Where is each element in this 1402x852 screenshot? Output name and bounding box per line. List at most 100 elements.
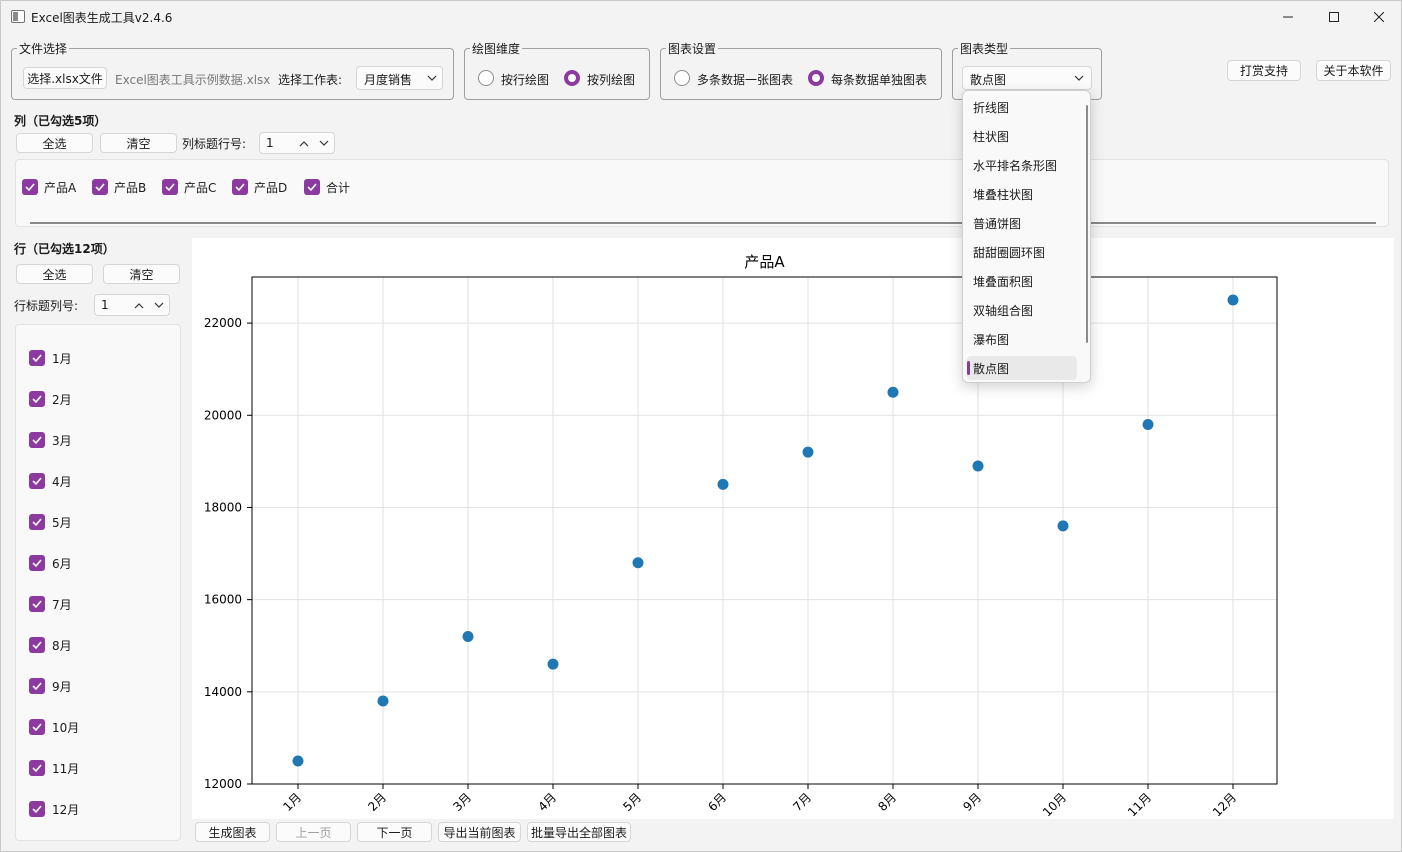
row-checkbox[interactable] xyxy=(29,432,45,448)
row-checkbox[interactable] xyxy=(29,801,45,817)
row-checkbox-item[interactable]: 10月 xyxy=(29,718,79,736)
row-checkbox[interactable] xyxy=(29,514,45,530)
row-checkbox-item[interactable]: 8月 xyxy=(29,636,72,654)
row-checkbox-item[interactable]: 12月 xyxy=(29,800,79,818)
column-checkbox-label: 产品B xyxy=(114,180,147,195)
prev-page-button[interactable]: 上一页 xyxy=(276,822,351,842)
row-checkbox-item[interactable]: 9月 xyxy=(29,677,72,695)
chart-type-option[interactable]: 堆叠面积图 xyxy=(967,269,1077,293)
chart-type-option[interactable]: 水平排名条形图 xyxy=(967,153,1077,177)
about-button[interactable]: 关于本软件 xyxy=(1316,60,1391,81)
column-checkbox-item[interactable]: 产品B xyxy=(92,178,146,196)
chart-type-option[interactable]: 双轴组合图 xyxy=(967,298,1077,322)
column-checkbox-item[interactable]: 产品D xyxy=(232,178,287,196)
row-checkbox[interactable] xyxy=(29,350,45,366)
row-checkbox-label: 10月 xyxy=(52,720,80,735)
row-checkbox-label: 1月 xyxy=(52,351,72,366)
row-checkbox-item[interactable]: 2月 xyxy=(29,390,72,408)
chart-type-option[interactable]: 折线图 xyxy=(967,95,1077,119)
column-checkbox[interactable] xyxy=(304,179,320,195)
x-tick-label: 2月 xyxy=(365,790,389,814)
chevron-down-icon[interactable] xyxy=(154,302,164,309)
check-icon xyxy=(32,600,42,609)
columns-clear-button[interactable]: 清空 xyxy=(100,133,177,153)
chevron-up-icon[interactable] xyxy=(134,302,144,309)
row-checkbox[interactable] xyxy=(29,555,45,571)
column-checkbox[interactable] xyxy=(162,179,178,195)
row-header-col-spinbox[interactable]: 1 xyxy=(94,294,170,316)
rows-title: 行（已勾选12项） xyxy=(14,242,115,256)
multi-chart-radio[interactable] xyxy=(674,70,690,86)
columns-select-all-button[interactable]: 全选 xyxy=(16,133,93,153)
row-checkbox[interactable] xyxy=(29,473,45,489)
export-current-button[interactable]: 导出当前图表 xyxy=(438,822,521,842)
row-checkbox[interactable] xyxy=(29,760,45,776)
chart-type-option[interactable]: 堆叠柱状图 xyxy=(967,182,1077,206)
row-header-col-label: 行标题列号: xyxy=(14,299,79,313)
generate-button[interactable]: 生成图表 xyxy=(195,822,270,842)
column-header-row-spinbox[interactable]: 1 xyxy=(259,132,335,154)
column-checkbox[interactable] xyxy=(22,179,38,195)
check-icon xyxy=(32,477,42,486)
single-chart-radio[interactable] xyxy=(808,70,824,86)
check-icon xyxy=(32,805,42,814)
row-checkbox[interactable] xyxy=(29,678,45,694)
row-checkbox-item[interactable]: 6月 xyxy=(29,554,72,572)
next-page-button[interactable]: 下一页 xyxy=(357,822,432,842)
close-icon[interactable] xyxy=(1356,1,1402,33)
row-checkbox[interactable] xyxy=(29,391,45,407)
column-checkbox-item[interactable]: 合计 xyxy=(304,178,350,196)
column-checkbox-label: 合计 xyxy=(326,180,351,195)
chevron-up-icon[interactable] xyxy=(299,140,309,147)
row-checkbox-item[interactable]: 11月 xyxy=(29,759,79,777)
settings-group-legend: 图表设置 xyxy=(666,40,719,57)
columns-scrollbar[interactable] xyxy=(30,222,1376,224)
row-checkbox-item[interactable]: 5月 xyxy=(29,513,72,531)
row-checkbox[interactable] xyxy=(29,596,45,612)
scatter-point xyxy=(547,658,559,670)
minimize-icon[interactable] xyxy=(1265,1,1311,33)
sheet-select[interactable]: 月度销售 xyxy=(356,66,443,90)
y-tick-label: 22000 xyxy=(204,316,242,330)
column-header-row-label: 列标题行号: xyxy=(182,137,247,151)
row-checkbox-item[interactable]: 4月 xyxy=(29,472,72,490)
check-icon xyxy=(95,183,105,192)
by-col-label: 按列绘图 xyxy=(587,73,636,87)
chart-type-legend: 图表类型 xyxy=(958,40,1011,57)
chart-type-option[interactable]: 普通饼图 xyxy=(967,211,1077,235)
scatter-point xyxy=(462,631,474,643)
column-checkbox-item[interactable]: 产品A xyxy=(22,178,76,196)
check-icon xyxy=(32,764,42,773)
chart-type-select[interactable]: 散点图 xyxy=(962,66,1092,90)
row-checkbox[interactable] xyxy=(29,637,45,653)
rows-clear-button[interactable]: 清空 xyxy=(103,264,180,284)
scatter-point xyxy=(972,460,984,472)
x-tick-label: 7月 xyxy=(790,790,814,814)
maximize-icon[interactable] xyxy=(1311,1,1357,33)
row-checkbox-item[interactable]: 1月 xyxy=(29,349,72,367)
scatter-point xyxy=(887,386,899,398)
chart-type-option[interactable]: 散点图 xyxy=(967,356,1077,380)
column-checkbox[interactable] xyxy=(92,179,108,195)
by-row-radio[interactable] xyxy=(478,70,494,86)
check-icon xyxy=(25,183,35,192)
row-checkbox-item[interactable]: 3月 xyxy=(29,431,72,449)
choose-file-button[interactable]: 选择.xlsx文件 xyxy=(23,67,107,89)
column-checkbox-item[interactable]: 产品C xyxy=(162,178,216,196)
chart-type-option[interactable]: 柱状图 xyxy=(967,124,1077,148)
export-all-button[interactable]: 批量导出全部图表 xyxy=(527,822,631,842)
column-checkbox[interactable] xyxy=(232,179,248,195)
row-checkbox-label: 5月 xyxy=(52,515,72,530)
row-checkbox-item[interactable]: 7月 xyxy=(29,595,72,613)
donate-button[interactable]: 打赏支持 xyxy=(1227,60,1301,81)
row-checkbox-label: 3月 xyxy=(52,433,72,448)
by-col-radio[interactable] xyxy=(564,70,580,86)
y-tick-label: 20000 xyxy=(204,408,242,422)
chart-type-option[interactable]: 甜甜圈圆环图 xyxy=(967,240,1077,264)
rows-select-all-button[interactable]: 全选 xyxy=(16,264,93,284)
chart-type-option[interactable]: 瀑布图 xyxy=(967,327,1077,351)
dropdown-scrollbar[interactable] xyxy=(1086,105,1088,343)
by-row-label: 按行绘图 xyxy=(501,73,550,87)
row-checkbox[interactable] xyxy=(29,719,45,735)
chevron-down-icon[interactable] xyxy=(319,140,329,147)
